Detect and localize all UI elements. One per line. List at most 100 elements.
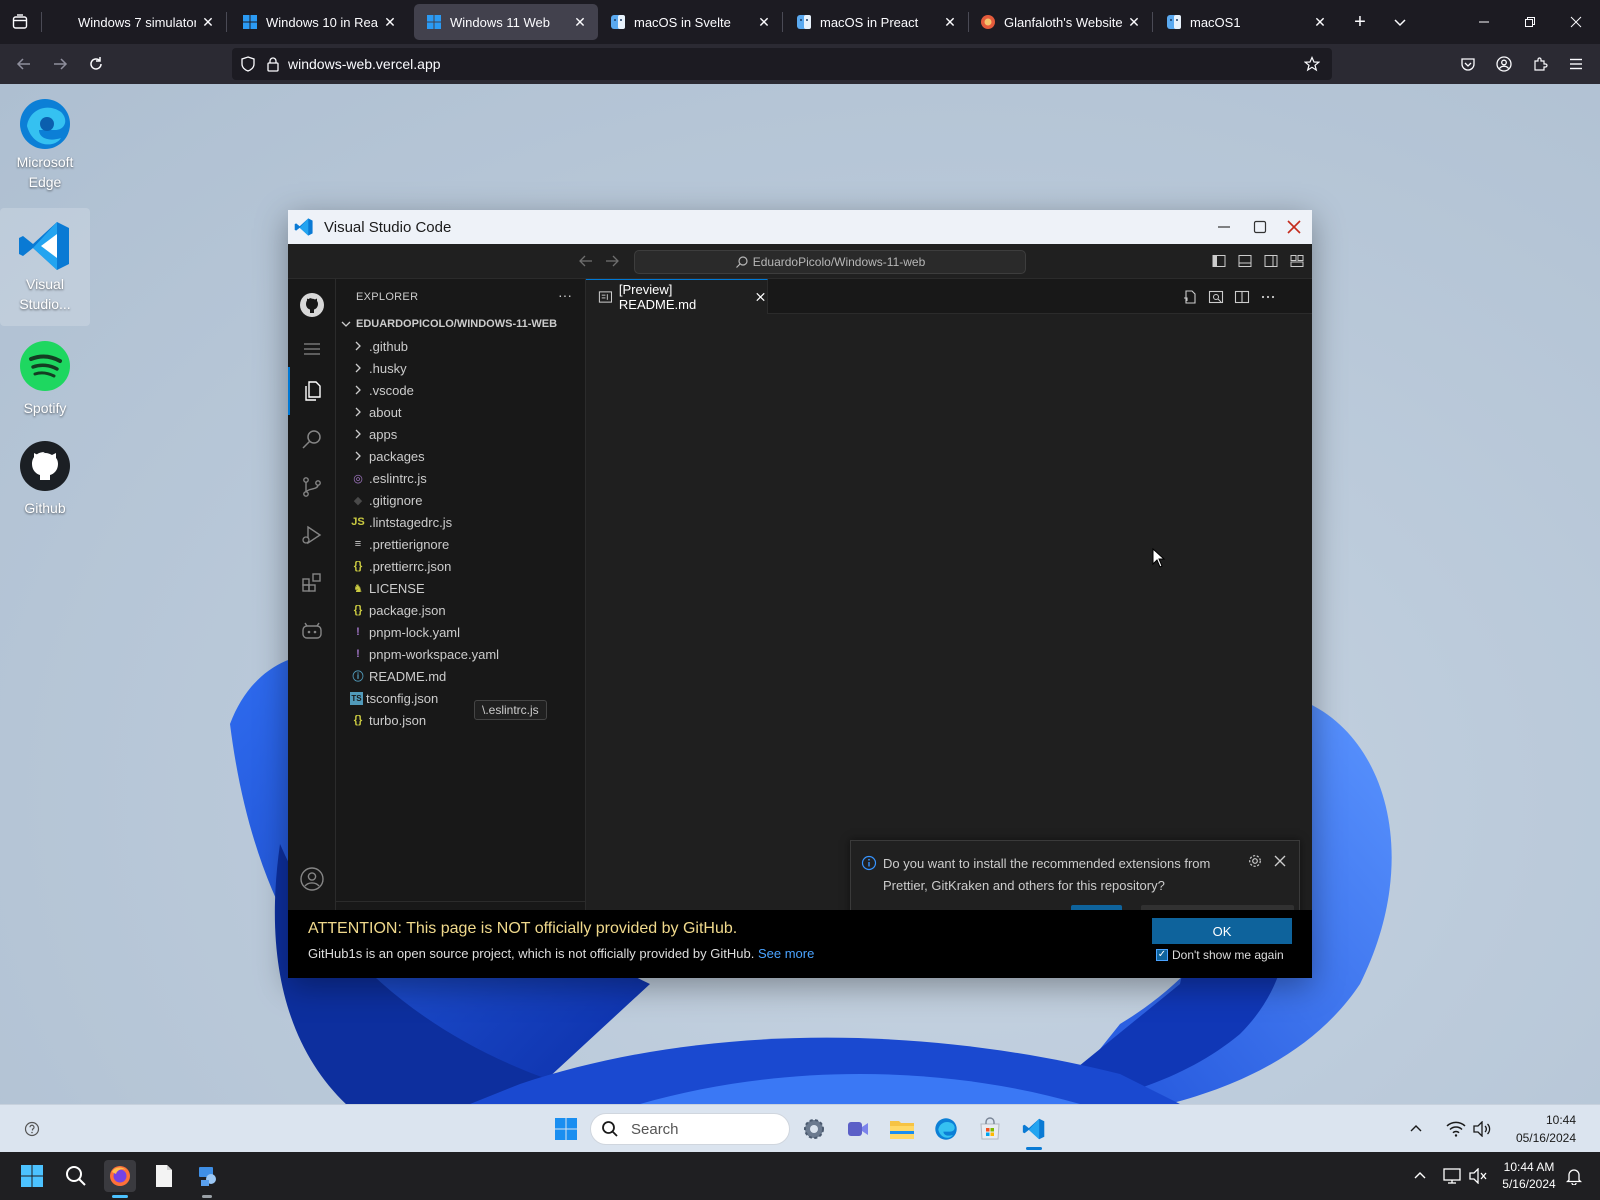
run-debug-icon[interactable] xyxy=(288,511,336,559)
tree-folder[interactable]: .husky xyxy=(336,357,586,379)
tree-file[interactable]: TS tsconfig.json xyxy=(336,687,586,709)
tree-file[interactable]: ◆ .gitignore xyxy=(336,489,586,511)
os-chevron-up-icon[interactable] xyxy=(1404,1160,1436,1192)
start-button[interactable] xyxy=(550,1113,582,1145)
split-editor-icon[interactable] xyxy=(1234,289,1250,305)
browser-tab[interactable]: Windows 10 in React ✕ xyxy=(230,4,408,40)
web-clock[interactable]: 10:44 05/16/2024 xyxy=(1500,1111,1576,1147)
os-search-icon[interactable] xyxy=(60,1160,92,1192)
firefox-icon[interactable] xyxy=(104,1160,136,1192)
copilot-icon[interactable] xyxy=(288,607,336,655)
accounts-icon[interactable] xyxy=(288,855,336,903)
dont-show-again-checkbox[interactable]: ✓ Don't show me again xyxy=(1156,948,1284,962)
desktop-icon-vscode[interactable]: Visual Studio... xyxy=(0,208,90,326)
close-tab-icon[interactable]: ✕ xyxy=(938,10,962,34)
reload-icon[interactable] xyxy=(84,52,108,76)
tree-file[interactable]: {} .prettierrc.json xyxy=(336,555,586,577)
tree-file[interactable]: ≡ .prettierignore xyxy=(336,533,586,555)
file-explorer-icon[interactable] xyxy=(886,1113,918,1145)
see-more-link[interactable]: See more xyxy=(758,946,814,961)
tree-folder[interactable]: about xyxy=(336,401,586,423)
tree-file[interactable]: ⓘ README.md xyxy=(336,665,586,687)
customize-layout-icon[interactable] xyxy=(1290,254,1304,268)
vscode-taskbar-icon[interactable] xyxy=(1018,1113,1050,1145)
pocket-icon[interactable] xyxy=(1456,52,1480,76)
shield-icon[interactable] xyxy=(240,56,256,72)
tree-file[interactable]: ◎ .eslintrc.js xyxy=(336,467,586,489)
notification-bell-icon[interactable] xyxy=(1558,1160,1590,1192)
close-tab-icon[interactable]: ✕ xyxy=(1122,10,1146,34)
close-icon[interactable] xyxy=(1273,854,1287,868)
more-actions-icon[interactable] xyxy=(1260,289,1276,305)
explorer-more-actions[interactable]: ··· xyxy=(558,287,572,303)
explorer-icon[interactable] xyxy=(288,367,336,415)
taskbar-search-box[interactable]: Search xyxy=(590,1113,790,1145)
desktop-icon-edge[interactable]: Microsoft Edge xyxy=(0,92,90,196)
toggle-secondary-sidebar-icon[interactable] xyxy=(1264,254,1278,268)
browser-tab[interactable]: macOS in Preact ✕ xyxy=(784,4,968,40)
nav-back-icon[interactable] xyxy=(578,253,594,269)
forward-icon[interactable] xyxy=(48,52,72,76)
ok-button[interactable]: OK xyxy=(1152,918,1292,944)
window-maximize-icon[interactable] xyxy=(1242,210,1278,244)
close-tab-icon[interactable]: ✕ xyxy=(196,10,220,34)
edge-taskbar-icon[interactable] xyxy=(930,1113,962,1145)
teams-meet-icon[interactable] xyxy=(842,1113,874,1145)
tree-folder[interactable]: .github xyxy=(336,335,586,357)
github-account-icon[interactable] xyxy=(288,281,336,329)
list-tabs-icon[interactable] xyxy=(1388,10,1412,34)
gear-icon[interactable] xyxy=(1247,853,1263,869)
tree-folder[interactable]: .vscode xyxy=(336,379,586,401)
close-tab-icon[interactable] xyxy=(754,290,767,304)
desktop-icon-spotify[interactable]: Spotify xyxy=(0,340,90,424)
extensions-icon[interactable] xyxy=(1528,52,1552,76)
tree-file[interactable]: ♞ LICENSE xyxy=(336,577,586,599)
nav-forward-icon[interactable] xyxy=(604,253,620,269)
command-center[interactable]: EduardoPicolo/Windows-11-web xyxy=(634,250,1026,274)
menu-icon[interactable] xyxy=(288,325,336,373)
address-bar[interactable]: windows-web.vercel.app xyxy=(232,48,1332,80)
browser-tab[interactable]: macOS in Svelte ✕ xyxy=(598,4,782,40)
close-tab-icon[interactable]: ✕ xyxy=(568,10,592,34)
chevron-up-icon[interactable] xyxy=(1400,1113,1432,1145)
minimize-icon[interactable] xyxy=(1472,10,1496,34)
root-folder[interactable]: EDUARDOPICOLO/WINDOWS-11-WEB xyxy=(336,313,586,335)
restore-icon[interactable] xyxy=(1518,10,1542,34)
tree-folder[interactable]: apps xyxy=(336,423,586,445)
remote-desktop-icon[interactable] xyxy=(192,1160,224,1192)
desktop-icon-github[interactable]: Github xyxy=(0,440,90,526)
help-icon[interactable] xyxy=(16,1113,48,1145)
extensions-icon[interactable] xyxy=(288,559,336,607)
account-icon[interactable] xyxy=(1492,52,1516,76)
vscode-titlebar[interactable]: Visual Studio Code xyxy=(288,210,1312,244)
tree-file[interactable]: {} turbo.json xyxy=(336,709,586,731)
menu-icon[interactable] xyxy=(1564,52,1588,76)
volume-icon[interactable] xyxy=(1466,1113,1498,1145)
settings-taskbar-icon[interactable] xyxy=(798,1113,830,1145)
search-icon[interactable] xyxy=(288,415,336,463)
tree-file[interactable]: JS .lintstagedrc.js xyxy=(336,511,586,533)
tree-file[interactable]: {} package.json xyxy=(336,599,586,621)
os-start-button[interactable] xyxy=(16,1160,48,1192)
tree-file[interactable]: ! pnpm-lock.yaml xyxy=(336,621,586,643)
browser-tab[interactable]: macOS1 ✕ xyxy=(1154,4,1338,40)
browser-tab[interactable]: Windows 7 simulator ✕ xyxy=(42,4,226,40)
close-tab-icon[interactable]: ✕ xyxy=(1308,10,1332,34)
notepad-icon[interactable] xyxy=(148,1160,180,1192)
bookmark-star-icon[interactable] xyxy=(1304,56,1320,72)
source-control-icon[interactable] xyxy=(288,463,336,511)
toggle-panel-icon[interactable] xyxy=(1238,254,1252,268)
checkbox-check-icon[interactable]: ✓ xyxy=(1156,949,1168,961)
close-tab-icon[interactable]: ✕ xyxy=(378,10,402,34)
tree-file[interactable]: ! pnpm-workspace.yaml xyxy=(336,643,586,665)
preview-lock-icon[interactable] xyxy=(1208,289,1224,305)
browser-tab-active[interactable]: Windows 11 Web ✕ xyxy=(414,4,598,40)
browser-tab[interactable]: Glanfaloth's Website ✕ xyxy=(968,4,1152,40)
open-source-icon[interactable] xyxy=(1182,289,1198,305)
tab-overview-icon[interactable] xyxy=(8,10,32,34)
new-tab-icon[interactable]: + xyxy=(1348,10,1372,34)
close-window-icon[interactable] xyxy=(1564,10,1588,34)
url-text[interactable]: windows-web.vercel.app xyxy=(288,56,441,72)
store-icon[interactable] xyxy=(974,1113,1006,1145)
close-tab-icon[interactable]: ✕ xyxy=(752,10,776,34)
